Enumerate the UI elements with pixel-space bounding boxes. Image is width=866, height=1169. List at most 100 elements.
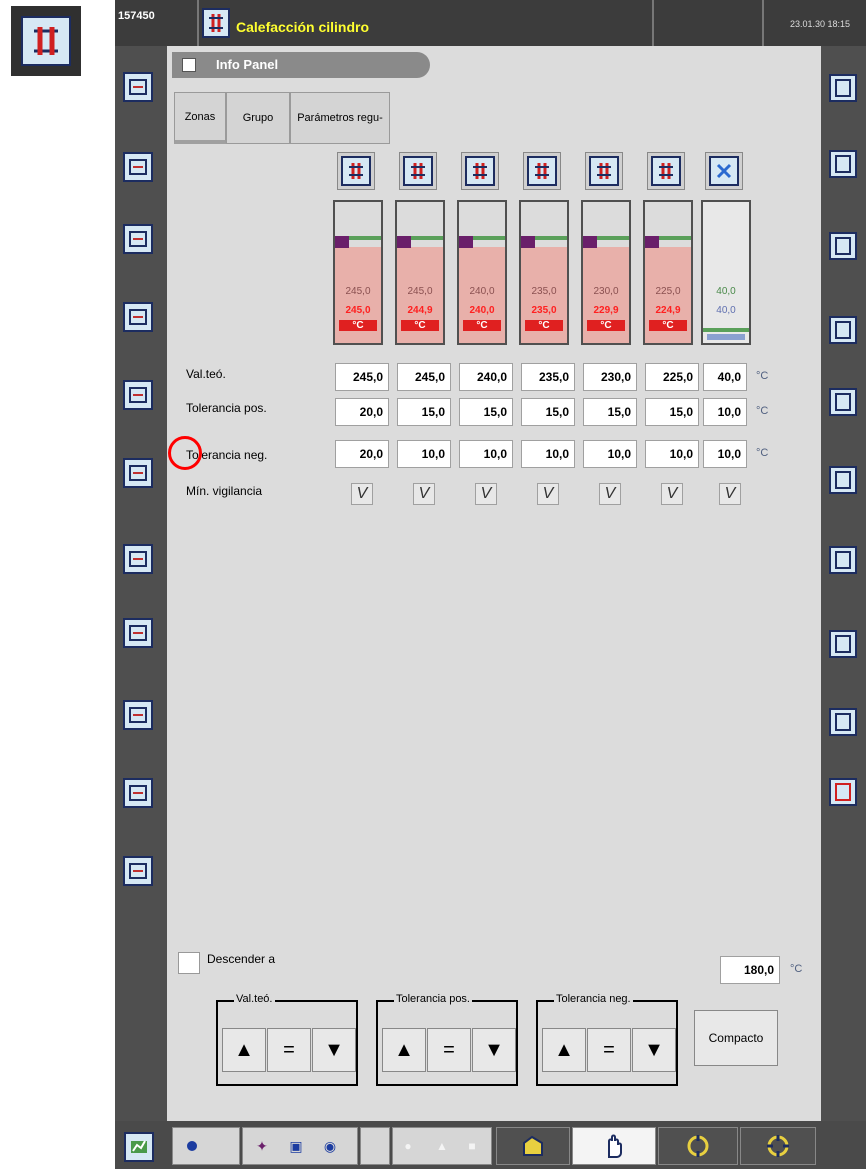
manual-mode-icon[interactable] [496, 1127, 570, 1165]
group-3-decrease-button[interactable]: ▼ [632, 1028, 676, 1072]
group-1-increase-button[interactable]: ▲ [222, 1028, 266, 1072]
zone-6-temp-bar: 225,0 224,9 °C [643, 200, 693, 345]
screw-icon[interactable] [123, 618, 153, 648]
hand-mode-icon[interactable] [572, 1127, 656, 1165]
tab-parametros[interactable]: Parámetros regu- [290, 92, 390, 144]
injection-icon[interactable] [123, 544, 153, 574]
tol-neg-zone-3-input[interactable]: 10,0 [459, 440, 513, 468]
record-icon[interactable]: ▣ [286, 1136, 306, 1156]
tol-pos-zone-3-input[interactable]: 15,0 [459, 398, 513, 426]
info-panel-bar[interactable]: ▸ Info Panel [172, 52, 430, 78]
disabled-flag-icon: ▲ [436, 1139, 448, 1153]
tol-pos-zone-5-input[interactable]: 15,0 [583, 398, 637, 426]
group-2-equal-button[interactable]: = [427, 1028, 471, 1072]
setpoint-zone-2-input[interactable]: 245,0 [397, 363, 451, 391]
setpoint-zone-1-input[interactable]: 245,0 [335, 363, 389, 391]
tol-neg-zone-4-input[interactable]: 10,0 [521, 440, 575, 468]
setpoint-zone-7-input[interactable]: 40,0 [703, 363, 747, 391]
tol-neg-zone-2-input[interactable]: 10,0 [397, 440, 451, 468]
setpoint-zone-6-input[interactable]: 225,0 [645, 363, 699, 391]
descend-unit: °C [790, 963, 803, 975]
structure-icon[interactable] [829, 316, 857, 344]
compact-button[interactable]: Compacto [694, 1010, 778, 1066]
zone-2-icon[interactable] [399, 152, 437, 190]
hopper-icon[interactable] [123, 700, 153, 730]
tol-neg-zone-1-input[interactable]: 20,0 [335, 440, 389, 468]
monitoring-zone-1-checkbox[interactable]: V [351, 483, 373, 505]
tol-pos-zone-1-input[interactable]: 20,0 [335, 398, 389, 426]
edit-list-icon[interactable] [829, 546, 857, 574]
tol-neg-zone-6-input[interactable]: 10,0 [645, 440, 699, 468]
descend-checkbox[interactable] [178, 952, 200, 974]
zone-unit: °C [649, 320, 687, 331]
semi-auto-icon[interactable] [658, 1127, 738, 1165]
alarm-icon[interactable] [829, 778, 857, 806]
monitoring-zone-6-checkbox[interactable]: V [661, 483, 683, 505]
zone-current: 240,0 [469, 305, 495, 316]
tab-grupo[interactable]: Grupo [226, 92, 290, 144]
setpoint-zone-5-input[interactable]: 230,0 [583, 363, 637, 391]
edit-icon[interactable] [829, 466, 857, 494]
monitoring-zone-5-checkbox[interactable]: V [599, 483, 621, 505]
tab-zonas[interactable]: Zonas [174, 92, 226, 144]
zone-4-icon[interactable] [523, 152, 561, 190]
zone-current: 40,0 [716, 305, 736, 316]
document-icon[interactable] [829, 708, 857, 736]
monitoring-zone-7-checkbox[interactable]: V [719, 483, 741, 505]
monitoring-zone-4-checkbox[interactable]: V [537, 483, 559, 505]
auto-mode-icon[interactable] [740, 1127, 816, 1165]
tol-pos-zone-2-input[interactable]: 15,0 [397, 398, 451, 426]
setpoint-zone-4-input[interactable]: 235,0 [521, 363, 575, 391]
protocol-icon[interactable] [829, 630, 857, 658]
group-3-label: Tolerancia neg. [554, 993, 633, 1005]
blue-dot-icon[interactable] [182, 1136, 202, 1156]
screen-exchange-icon[interactable] [123, 72, 153, 102]
tol-neg-zone-5-input[interactable]: 10,0 [583, 440, 637, 468]
zone-actual: 240,0 [469, 286, 495, 297]
datetime: 23.01.30 18:15 [790, 19, 851, 29]
zone-actual: 235,0 [531, 286, 557, 297]
mold-out-icon[interactable] [123, 224, 153, 254]
descend-value[interactable]: 180,0 [720, 956, 780, 984]
mold-in-icon[interactable] [123, 152, 153, 182]
group-3-increase-button[interactable]: ▲ [542, 1028, 586, 1072]
monitoring-zone-2-checkbox[interactable]: V [413, 483, 435, 505]
heating-icon[interactable] [123, 778, 153, 808]
group-3-equal-button[interactable]: = [587, 1028, 631, 1072]
tool-icon[interactable]: ✦ [252, 1136, 272, 1156]
monitoring-zone-3-checkbox[interactable]: V [475, 483, 497, 505]
zone-unit: °C [339, 320, 377, 331]
tol-pos-zone-6-input[interactable]: 15,0 [645, 398, 699, 426]
setpoint-zone-3-input[interactable]: 240,0 [459, 363, 513, 391]
group-1-equal-button[interactable]: = [267, 1028, 311, 1072]
zone-unit: °C [587, 320, 625, 331]
zone-7-icon[interactable] [705, 152, 743, 190]
label-tol-pos: Tolerancia pos. [186, 401, 267, 415]
settings-icon[interactable] [829, 150, 857, 178]
zone-5-icon[interactable] [585, 152, 623, 190]
left-sidebar [115, 46, 167, 1121]
tol-pos-zone-4-input[interactable]: 15,0 [521, 398, 575, 426]
tol-pos-zone-7-input[interactable]: 10,0 [703, 398, 747, 426]
nozzle-icon[interactable] [123, 458, 153, 488]
expand-icon[interactable]: ▸ [182, 58, 196, 72]
group-2-increase-button[interactable]: ▲ [382, 1028, 426, 1072]
ejector-icon[interactable] [123, 380, 153, 410]
clamp-icon[interactable] [123, 302, 153, 332]
copy-icon[interactable] [829, 232, 857, 260]
zone-actual: 225,0 [655, 286, 681, 297]
info-panel-label: Info Panel [216, 57, 279, 72]
tol-neg-zone-7-input[interactable]: 10,0 [703, 440, 747, 468]
zone-6-icon[interactable] [647, 152, 685, 190]
group-1-decrease-button[interactable]: ▼ [312, 1028, 356, 1072]
zone-1-temp-bar: 245,0 245,0 °C [333, 200, 383, 345]
graph-icon[interactable] [123, 856, 153, 886]
zone-unit: °C [463, 320, 501, 331]
group-2-decrease-button[interactable]: ▼ [472, 1028, 516, 1072]
return-icon[interactable] [829, 74, 857, 102]
zone-3-icon[interactable] [461, 152, 499, 190]
operator-icon[interactable] [829, 388, 857, 416]
zone-1-icon[interactable] [337, 152, 375, 190]
timer-icon[interactable]: ◉ [320, 1136, 340, 1156]
status-bottom-icon[interactable] [124, 1132, 154, 1162]
